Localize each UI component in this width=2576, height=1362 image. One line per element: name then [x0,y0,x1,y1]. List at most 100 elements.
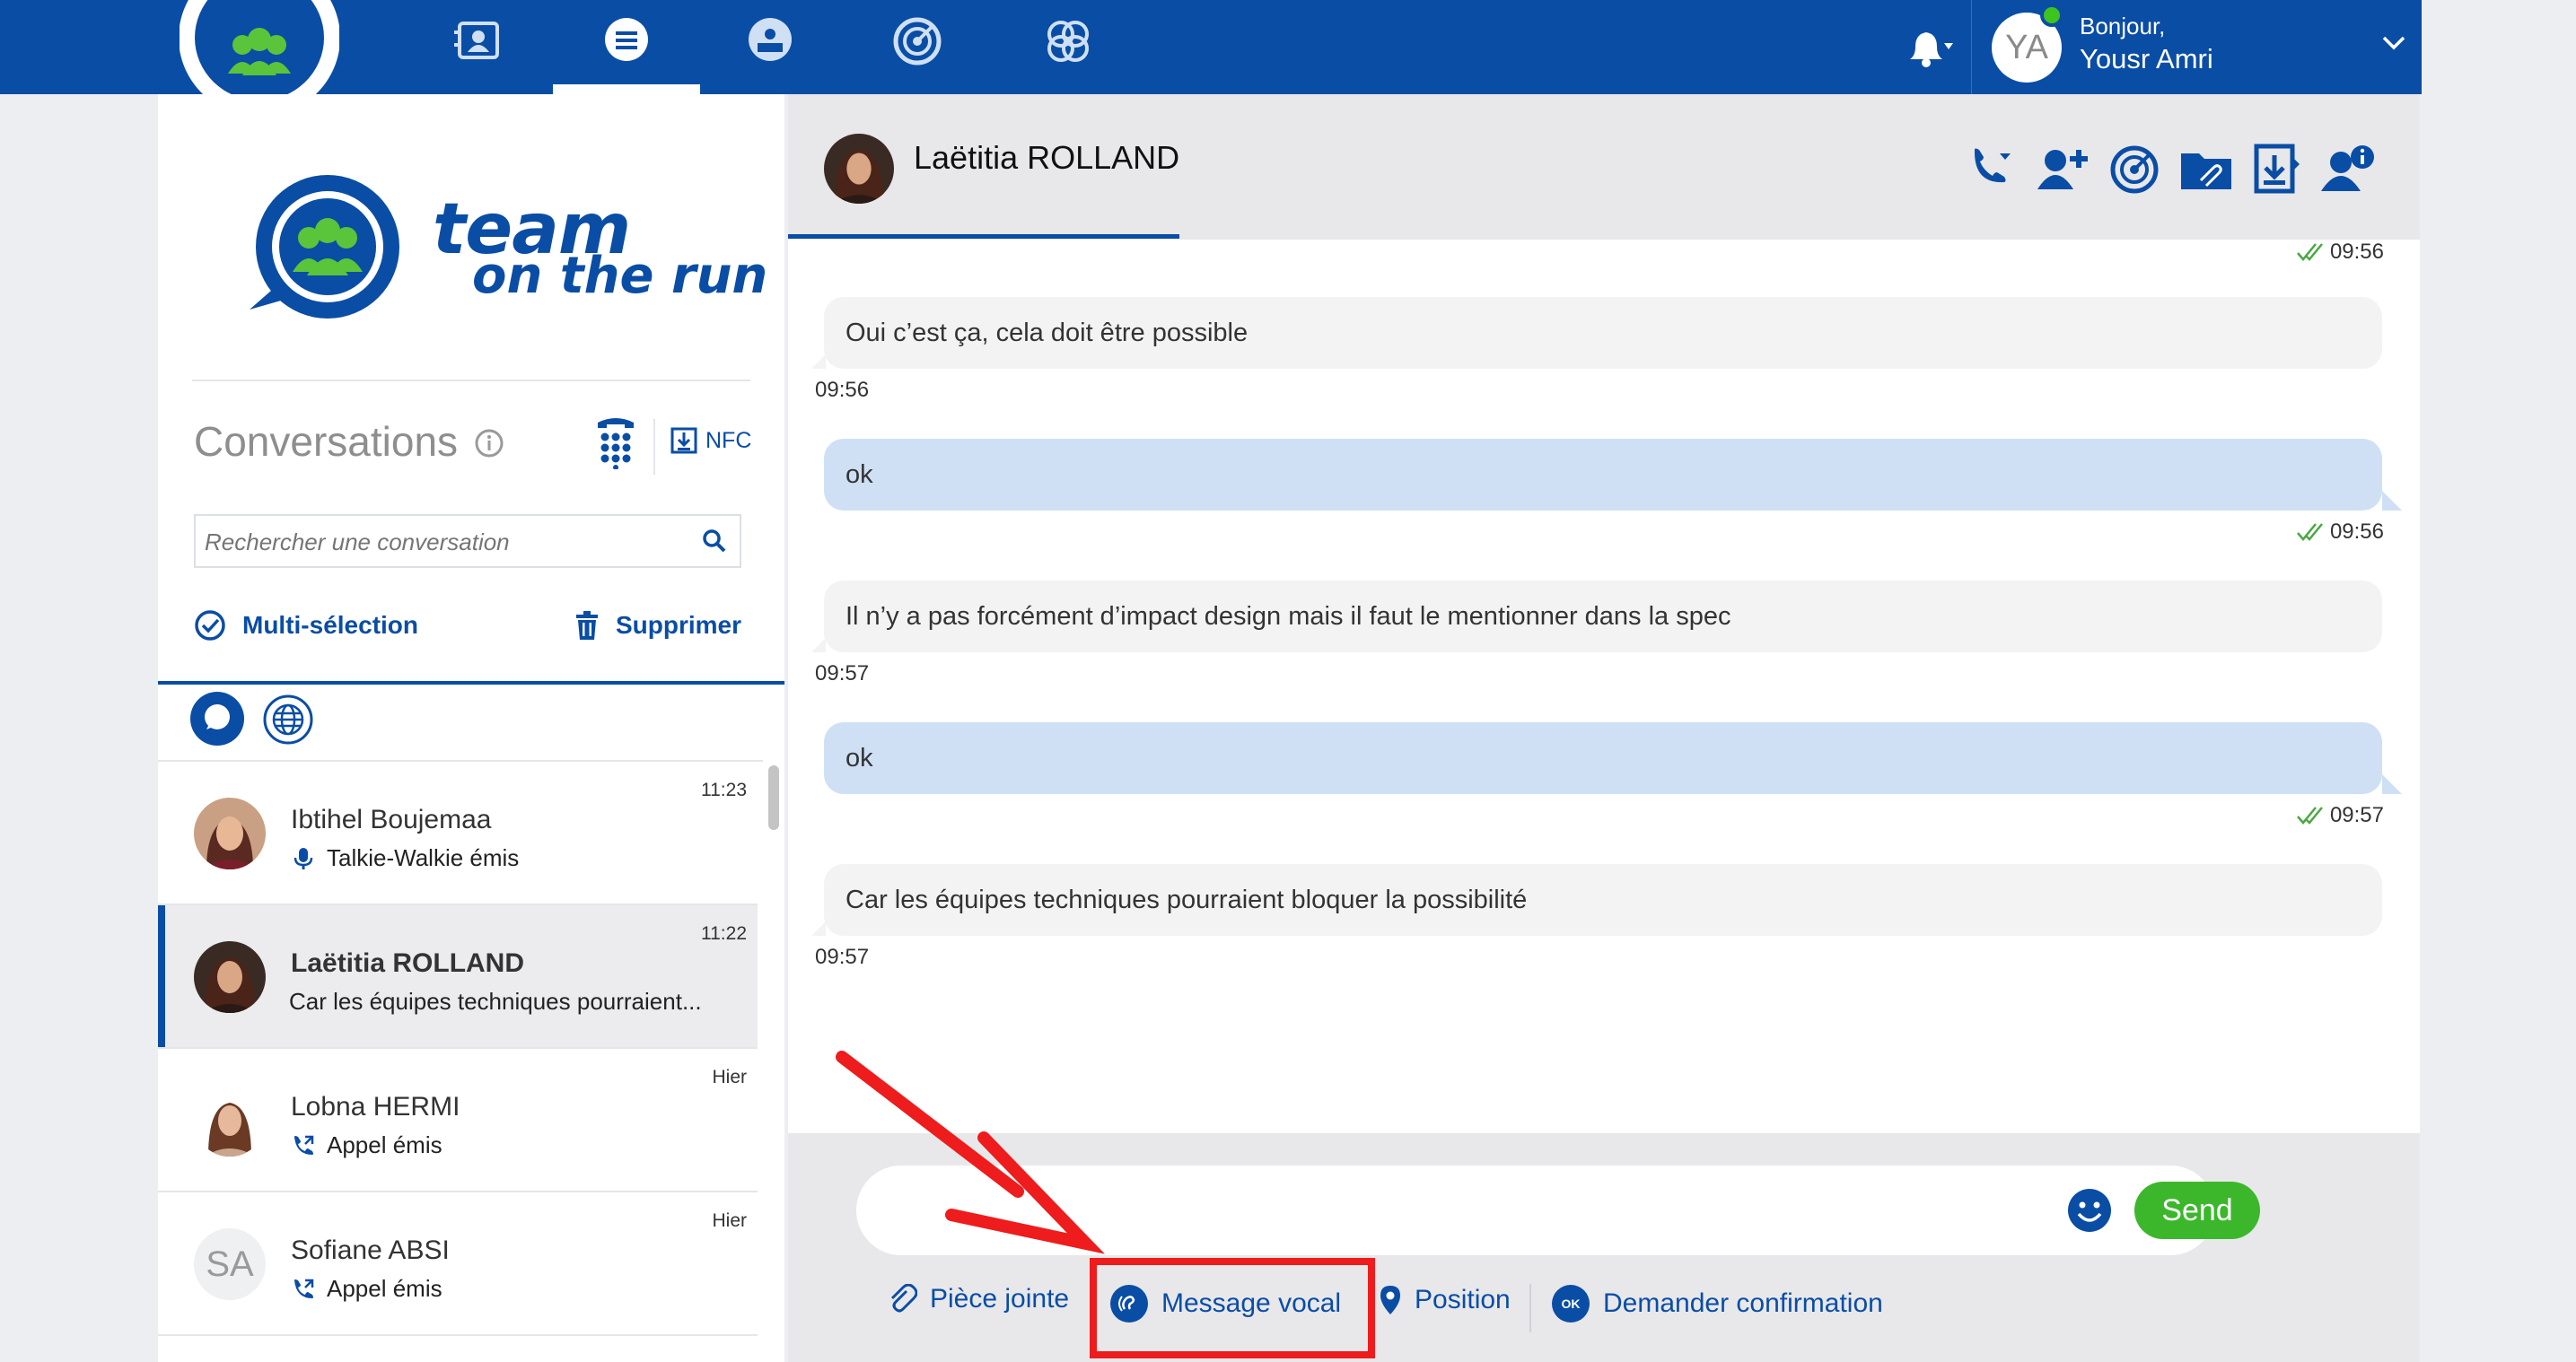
annotation-highlight-box [1090,1258,1375,1358]
message-time: 09:57 [2296,803,2384,828]
conversation-name: Lobna HERMI [291,1092,460,1122]
multi-select-button[interactable]: Multi-sélection [194,609,418,642]
message-time: 09:56 [815,378,870,402]
double-check-icon [2296,807,2323,825]
contact-avatar[interactable] [824,134,894,204]
position-label: Position [1415,1285,1511,1314]
attachment-button[interactable]: Pièce jointe [887,1284,1069,1314]
chat-bubble-icon [205,704,230,729]
conversation-subtitle: Appel émis [327,1275,442,1302]
divider [653,419,655,475]
chevron-down-icon[interactable] [2381,34,2406,52]
team-on-the-run-logo-icon [250,175,399,319]
active-tab-indicator [553,84,700,94]
search-input[interactable] [205,527,689,557]
conversation-preview: Appel émis [291,1131,442,1159]
radar-nav-icon[interactable] [889,13,946,70]
conversation-subtitle: Appel émis [327,1131,442,1158]
divider [192,380,750,381]
conversation-item[interactable]: Ibtihel Boujemaa 11:23 Talkie-Walkie émi… [158,762,758,905]
delete-label: Supprimer [616,611,742,639]
message-time: 09:57 [815,661,870,685]
svg-text:OK: OK [1562,1297,1581,1311]
attachment-label: Pièce jointe [930,1284,1070,1314]
active-chat-indicator [788,234,1179,239]
add-user-icon[interactable] [2034,141,2091,198]
conversation-list: Ibtihel Boujemaa 11:23 Talkie-Walkie émi… [158,762,758,1336]
conversation-time: Hier [712,1210,747,1231]
message-time: 09:57 [815,945,870,969]
request-confirmation-label: Demander confirmation [1603,1288,1883,1318]
outgoing-call-icon [294,1135,314,1155]
filter-chat-button[interactable] [190,692,244,746]
conversation-subtitle: Talkie-Walkie émis [327,844,520,871]
check-circle-icon [195,610,225,641]
conversation-scrollbar[interactable] [763,760,784,1362]
dialpad-icon[interactable] [592,415,639,469]
search-box [194,514,741,568]
send-button[interactable]: Send [2134,1182,2260,1239]
attachment-folder-icon[interactable] [2177,141,2235,198]
contacts-nav-icon[interactable] [449,13,506,70]
conversation-item-active[interactable]: Laëtitia ROLLAND 11:22 Car les équipes t… [158,905,758,1049]
message-time: 09:56 [2296,240,2384,265]
avatar [194,1085,266,1157]
scroll-thumb[interactable] [768,765,779,830]
contact-name: Laëtitia ROLLAND [914,139,1180,176]
globe-icon[interactable] [262,694,314,746]
conversation-name: Ibtihel Boujemaa [291,805,492,834]
position-button[interactable]: Position [1379,1284,1511,1316]
greeting-text: Bonjour, [2080,13,2166,39]
online-status-dot [2040,4,2063,27]
topbar-gutter [2422,0,2576,94]
multi-select-label: Multi-sélection [242,611,419,639]
walkie-talkie-icon [294,847,313,869]
delete-button[interactable]: Supprimer [573,609,741,642]
notifications-bell-icon[interactable] [1901,25,1958,70]
conversation-time: 11:23 [701,780,747,800]
message-bubble-outgoing: ok [824,722,2402,794]
conversation-time: 11:22 [701,923,747,944]
top-bar: YA Bonjour, Yousr Amri [0,0,2576,117]
message-bubble-incoming: Car les équipes techniques pourraient bl… [811,864,2382,936]
conversation-preview: Appel émis [291,1275,442,1303]
download-icon[interactable] [2249,141,2307,198]
conversation-subtitle: Car les équipes techniques pourraient... [289,988,702,1015]
avatar [194,941,266,1013]
nfc-button[interactable]: NFC [670,426,751,455]
annotation-arrow-icon [836,1051,1105,1254]
info-icon[interactable] [474,428,504,458]
divider [1529,1284,1531,1332]
call-icon[interactable] [1962,141,2020,198]
outgoing-call-icon [294,1279,314,1298]
paperclip-icon [890,1284,917,1313]
user-menu[interactable]: YA Bonjour, Yousr Amri [1971,0,2420,94]
emoji-icon[interactable] [2066,1187,2113,1234]
conversation-item[interactable]: SA Sofiane ABSI Hier Appel émis [158,1192,758,1336]
groups-nav-icon[interactable] [1039,13,1097,70]
message-list: 09:56 Oui c’est ça, cela doit être possi… [788,240,2420,1133]
conversations-nav-icon[interactable] [598,13,655,70]
conversation-preview: Talkie-Walkie émis [291,844,519,872]
radar-icon[interactable] [2106,141,2163,198]
avatar: SA [194,1228,266,1300]
sidebar: team on the run Conversations NFC Recher… [158,94,784,1362]
ok-badge-icon: OK [1552,1285,1590,1323]
request-confirmation-button[interactable]: OK Demander confirmation [1551,1284,1883,1323]
nfc-download-icon [670,427,697,454]
trash-icon [576,611,598,640]
conversations-title: Conversations [194,418,459,465]
message-bubble-outgoing: ok [824,439,2402,511]
user-name: Yousr Amri [2080,43,2213,74]
message-time: 09:56 [2296,519,2384,545]
brand-tagline: on the run [472,247,768,305]
user-info-icon[interactable] [2319,141,2377,198]
chat-header: Laëtitia ROLLAND [788,94,2420,240]
search-icon[interactable] [702,528,727,554]
location-pin-icon [1380,1286,1400,1314]
conversation-item[interactable]: Lobna HERMI Hier Appel émis [158,1049,758,1192]
double-check-icon [2296,523,2323,541]
double-check-icon [2296,243,2323,261]
broadcast-nav-icon[interactable] [741,13,799,70]
conversation-time: Hier [712,1067,747,1087]
